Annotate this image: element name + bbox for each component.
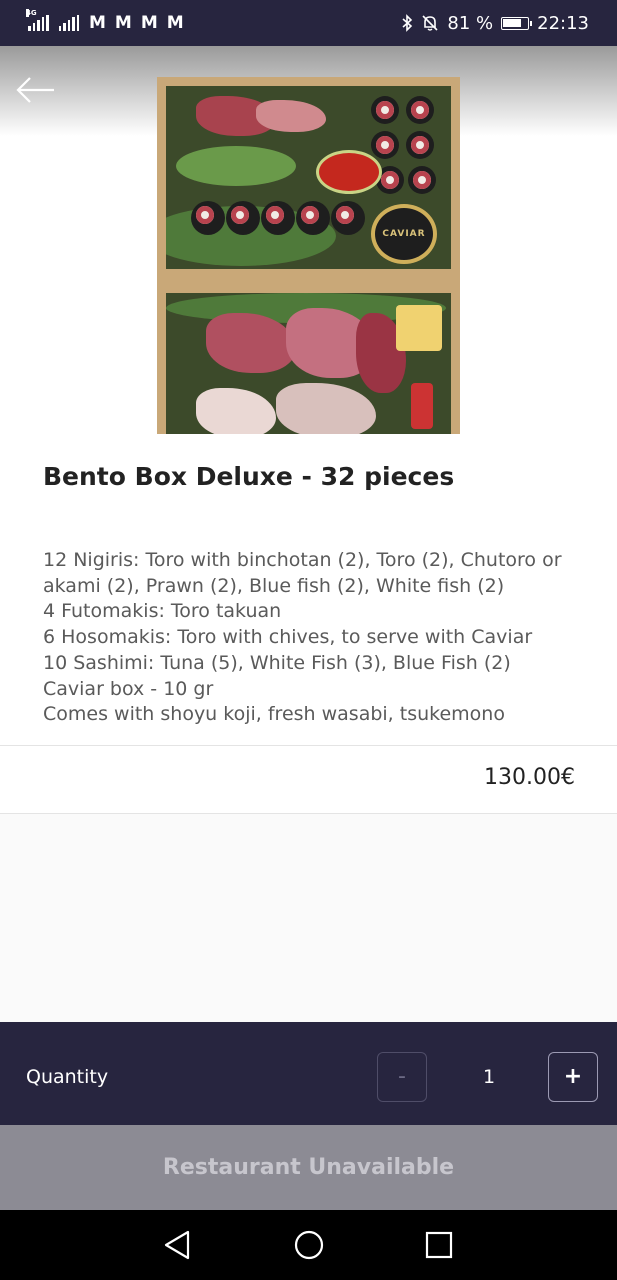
signal-icon: 4G: [26, 9, 49, 31]
description-line: Comes with shoyu koji, fresh wasabi, tsu…: [43, 703, 505, 726]
divider: [0, 745, 617, 746]
system-nav-bar: [0, 1210, 617, 1280]
bento-tier-top: CAVIAR: [166, 86, 451, 269]
status-bar: 4G M M M M 81 % 22:13: [0, 0, 617, 46]
maki-roll: [261, 201, 295, 235]
product-image: CAVIAR: [0, 46, 617, 434]
nav-recents-icon: [425, 1231, 453, 1259]
maki-roll: [226, 201, 260, 235]
quantity-label: Quantity: [26, 1066, 109, 1088]
bell-off-icon: [422, 15, 438, 31]
nav-recents-button[interactable]: [421, 1227, 457, 1263]
nav-home-icon: [294, 1230, 324, 1260]
gmail-icon: M: [89, 13, 106, 33]
description-line: 4 Futomakis: Toro takuan: [43, 600, 282, 623]
back-button[interactable]: [14, 74, 58, 106]
ikura-dish: [316, 150, 382, 194]
bento-box-photo: CAVIAR: [157, 77, 460, 434]
gmail-icon: M: [166, 13, 184, 33]
maki-roll: [406, 131, 434, 159]
gmail-icon: M: [114, 13, 132, 33]
clock: 22:13: [537, 12, 589, 34]
maki-roll: [408, 166, 436, 194]
empty-area: [0, 814, 617, 1022]
battery-percent: 81 %: [447, 12, 494, 34]
maki-roll: [371, 131, 399, 159]
product-description: 12 Nigiris: Toro with binchotan (2), Tor…: [43, 548, 583, 728]
description-line: 12 Nigiris: Toro with binchotan (2), Tor…: [43, 549, 562, 597]
bento-tier-bottom: [166, 293, 451, 434]
tuna-slice: [256, 100, 326, 132]
maki-roll: [191, 201, 225, 235]
quantity-value: 1: [482, 1066, 496, 1088]
back-arrow-icon: [16, 77, 54, 103]
description-line: Caviar box - 10 gr: [43, 677, 214, 700]
maki-roll: [296, 201, 330, 235]
status-right: 81 % 22:13: [401, 10, 589, 36]
caviar-tin: CAVIAR: [371, 204, 437, 264]
leaf: [176, 146, 296, 186]
shoyu-bottle: [411, 383, 433, 429]
maki-roll: [371, 96, 399, 124]
bluetooth-icon: [402, 14, 413, 32]
gmail-icon: M: [140, 13, 158, 33]
signal-icon-2: [58, 15, 79, 31]
increase-quantity-button[interactable]: +: [548, 1052, 598, 1102]
description-line: 6 Hosomakis: Toro with chives, to serve …: [43, 626, 533, 649]
product-title: Bento Box Deluxe - 32 pieces: [43, 462, 455, 491]
product-price: 130.00€: [484, 765, 575, 790]
maki-roll: [406, 96, 434, 124]
restaurant-unavailable-button[interactable]: Restaurant Unavailable: [0, 1125, 617, 1210]
maki-roll: [331, 201, 365, 235]
decrease-quantity-button[interactable]: -: [377, 1052, 427, 1102]
white-fish: [276, 383, 376, 434]
battery-icon: [501, 16, 533, 30]
white-fish: [196, 388, 276, 434]
nav-back-button[interactable]: [160, 1227, 196, 1263]
nav-back-icon: [164, 1230, 190, 1260]
network-type: 4G: [26, 9, 37, 17]
status-left: 4G M M M M: [26, 9, 184, 36]
nav-home-button[interactable]: [291, 1227, 327, 1263]
description-line: 10 Sashimi: Tuna (5), White Fish (3), Bl…: [43, 651, 511, 674]
tamago: [396, 305, 442, 351]
